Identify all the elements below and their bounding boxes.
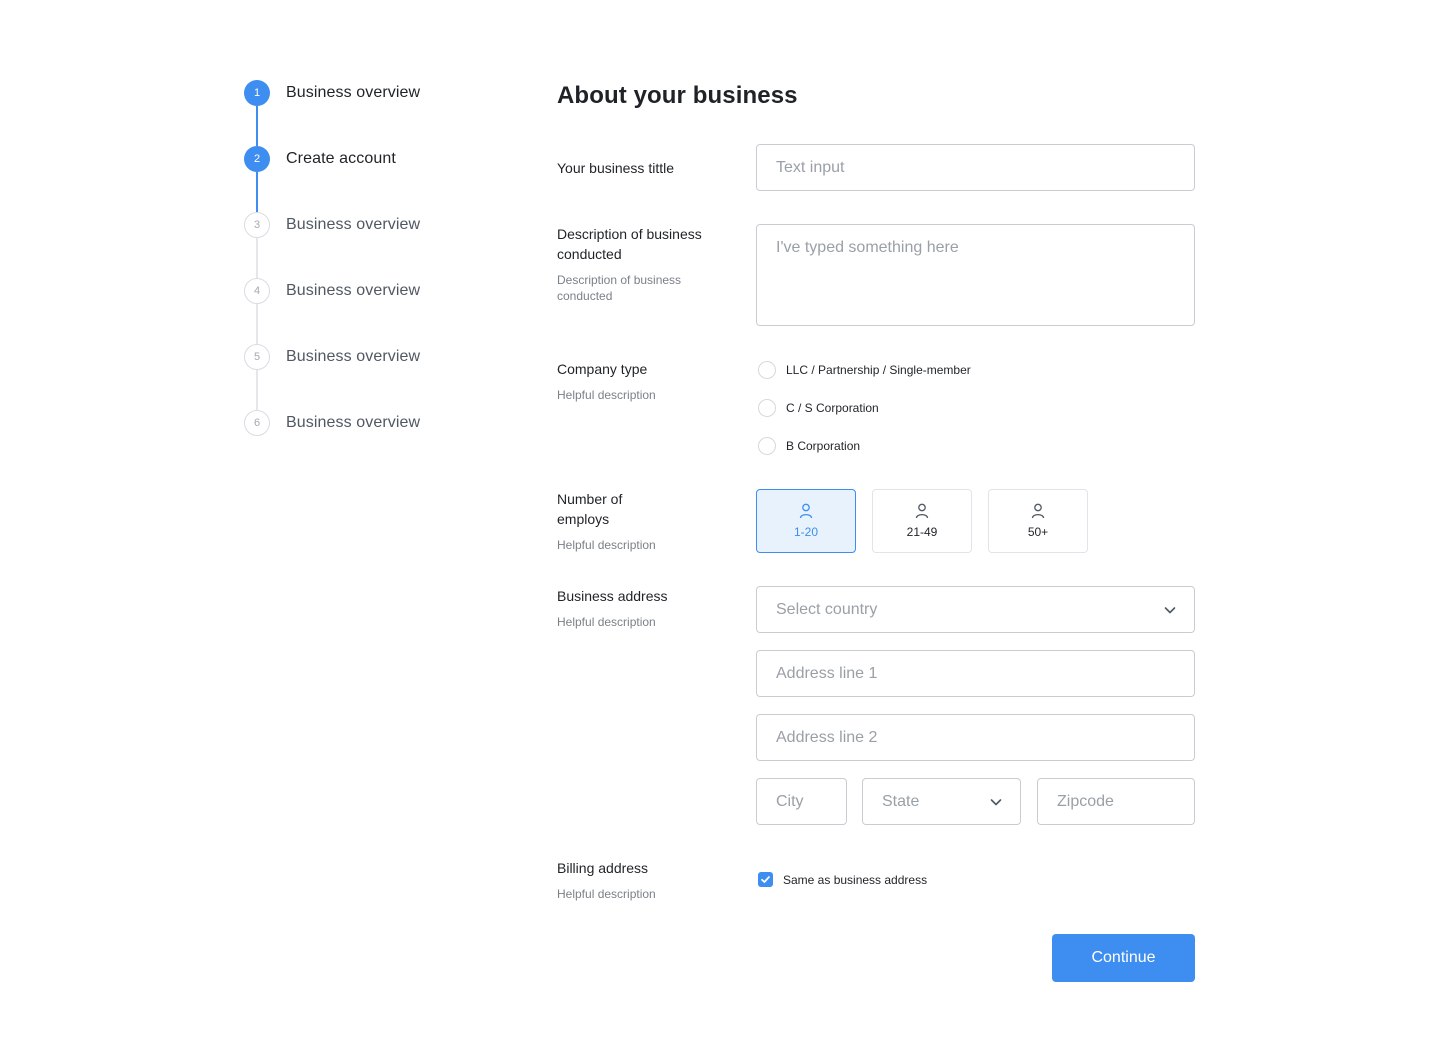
employees-option-50-plus[interactable]: 50+ bbox=[988, 489, 1088, 553]
step-label: Business overview bbox=[286, 84, 421, 101]
employees-option-label: 21-49 bbox=[906, 525, 938, 539]
company-type-option-b-corp[interactable]: B Corporation bbox=[758, 437, 860, 455]
radio-button[interactable] bbox=[758, 399, 776, 417]
employees-label: Number of employs bbox=[557, 491, 623, 527]
step-connector bbox=[256, 370, 258, 410]
step-connector bbox=[256, 304, 258, 344]
company-type-help: Helpful description bbox=[557, 388, 656, 402]
radio-button[interactable] bbox=[758, 361, 776, 379]
step-number-badge: 5 bbox=[244, 344, 270, 370]
continue-button[interactable]: Continue bbox=[1052, 934, 1195, 982]
business-title-label: Your business tittle bbox=[557, 160, 674, 176]
billing-address-label: Billing address bbox=[557, 860, 649, 876]
step-label: Business overview bbox=[286, 216, 421, 233]
country-placeholder: Select country bbox=[776, 600, 878, 618]
step-item-6[interactable]: 6 Business overview bbox=[244, 410, 420, 436]
step-number-badge: 2 bbox=[244, 146, 270, 172]
step-item-1[interactable]: 1 Business overview bbox=[244, 80, 420, 106]
business-address-help: Helpful description bbox=[557, 615, 656, 629]
user-icon bbox=[915, 503, 929, 519]
user-icon bbox=[1031, 503, 1045, 519]
checkmark-icon bbox=[761, 876, 770, 883]
step-connector bbox=[256, 106, 258, 146]
city-input[interactable]: City bbox=[756, 778, 847, 825]
business-address-label: Business address bbox=[557, 588, 668, 604]
employees-help: Helpful description bbox=[557, 538, 656, 552]
state-placeholder: State bbox=[882, 792, 920, 810]
step-number-badge: 4 bbox=[244, 278, 270, 304]
zipcode-placeholder: Zipcode bbox=[1057, 792, 1114, 810]
step-number-badge: 1 bbox=[244, 80, 270, 106]
step-item-3[interactable]: 3 Business overview bbox=[244, 212, 420, 238]
description-label: Description of business conducted bbox=[557, 226, 702, 262]
employees-option-1-20[interactable]: 1-20 bbox=[756, 489, 856, 553]
description-help: Description of business conducted bbox=[557, 273, 682, 303]
address-line-2-input[interactable]: Address line 2 bbox=[756, 714, 1195, 761]
step-item-2[interactable]: 2 Create account bbox=[244, 146, 396, 172]
step-label: Create account bbox=[286, 150, 396, 167]
company-type-option-cs-corp[interactable]: C / S Corporation bbox=[758, 399, 879, 417]
step-connector bbox=[256, 238, 258, 278]
employees-option-label: 50+ bbox=[1027, 525, 1049, 539]
radio-label: B Corporation bbox=[786, 439, 861, 453]
step-label: Business overview bbox=[286, 348, 421, 365]
radio-label: C / S Corporation bbox=[786, 401, 879, 415]
address-line-1-input[interactable]: Address line 1 bbox=[756, 650, 1195, 697]
business-title-input[interactable]: Text input bbox=[756, 144, 1195, 191]
billing-address-help: Helpful description bbox=[557, 887, 656, 901]
step-item-4[interactable]: 4 Business overview bbox=[244, 278, 420, 304]
company-type-option-llc[interactable]: LLC / Partnership / Single-member bbox=[758, 361, 971, 379]
country-select[interactable]: Select country bbox=[756, 586, 1195, 633]
same-as-business-address[interactable]: Same as business address bbox=[758, 872, 927, 887]
chevron-down-icon bbox=[1164, 606, 1176, 613]
employees-option-label: 1-20 bbox=[793, 525, 819, 539]
checkbox-checked[interactable] bbox=[758, 872, 773, 887]
page-title: About your business bbox=[557, 82, 798, 109]
step-label: Business overview bbox=[286, 414, 421, 431]
business-title-placeholder: Text input bbox=[776, 158, 845, 176]
zipcode-input[interactable]: Zipcode bbox=[1037, 778, 1195, 825]
employees-option-21-49[interactable]: 21-49 bbox=[872, 489, 972, 553]
radio-label: LLC / Partnership / Single-member bbox=[786, 363, 971, 377]
state-select[interactable]: State bbox=[862, 778, 1021, 825]
description-value: I've typed something here bbox=[776, 239, 959, 256]
company-type-label: Company type bbox=[557, 361, 648, 377]
checkbox-label: Same as business address bbox=[783, 872, 928, 887]
description-textarea[interactable]: I've typed something here bbox=[756, 224, 1195, 326]
step-connector bbox=[256, 172, 258, 212]
city-placeholder: City bbox=[776, 792, 804, 810]
chevron-down-icon bbox=[990, 798, 1002, 805]
step-number-badge: 3 bbox=[244, 212, 270, 238]
user-icon bbox=[799, 503, 813, 519]
radio-button[interactable] bbox=[758, 437, 776, 455]
step-item-5[interactable]: 5 Business overview bbox=[244, 344, 420, 370]
step-label: Business overview bbox=[286, 282, 421, 299]
address-line-2-placeholder: Address line 2 bbox=[776, 728, 878, 746]
step-number-badge: 6 bbox=[244, 410, 270, 436]
address-line-1-placeholder: Address line 1 bbox=[776, 664, 878, 682]
